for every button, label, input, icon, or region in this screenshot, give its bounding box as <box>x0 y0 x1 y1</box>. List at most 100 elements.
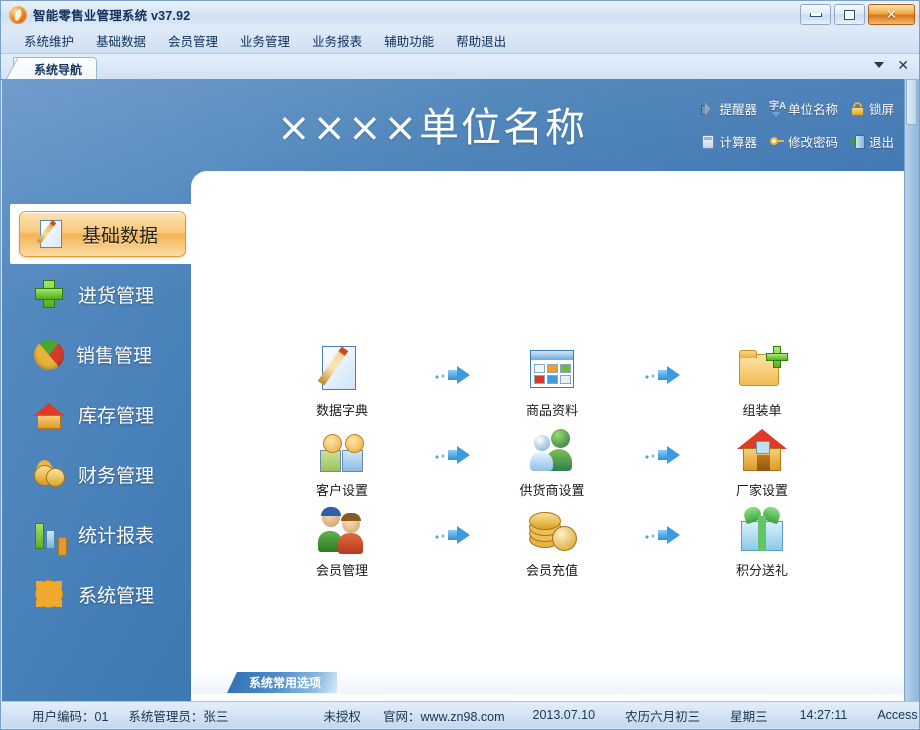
document-pencil-icon <box>37 217 71 251</box>
flow-arrow <box>607 344 707 406</box>
menu-item-auxiliary[interactable]: 辅助功能 <box>373 28 445 53</box>
grid-row: 数据字典 商品资料 组装单 <box>287 344 817 424</box>
toolbar-calculator[interactable]: 计算器 <box>700 132 757 151</box>
blue-arrow-icon <box>634 526 680 544</box>
blue-arrow-icon <box>424 446 470 464</box>
flow-arrow <box>397 504 497 566</box>
bar-chart-icon <box>32 517 66 551</box>
two-persons-icon <box>316 424 368 476</box>
grid-item-member-recharge[interactable]: 会员充值 <box>497 504 607 579</box>
pie-chart-icon <box>34 340 64 370</box>
grid-item-points-gift-label: 积分送礼 <box>735 563 788 578</box>
grid-item-customer-setup[interactable]: 客户设置 <box>287 424 397 499</box>
blue-arrow-icon <box>424 526 470 544</box>
sidebar-item-purchasing-label: 进货管理 <box>78 285 155 307</box>
maximize-button[interactable] <box>834 4 865 25</box>
sidebar-item-inventory[interactable]: 库存管理 <box>10 384 195 444</box>
grid-row: 会员管理 会员充值 积分送礼 <box>287 504 817 584</box>
tab-system-navigation[interactable]: 系统导航 <box>4 57 98 81</box>
status-bar: 用户编码：01 系统管理员：张三 未授权 官网：www.zn98.com 201… <box>2 701 919 728</box>
status-lunar-date: 农历六月初三 <box>625 709 701 724</box>
grid-item-data-dictionary[interactable]: 数据字典 <box>287 344 397 419</box>
grid-item-customer-setup-label: 客户设置 <box>315 483 368 498</box>
grid-item-member-management[interactable]: 会员管理 <box>287 504 397 579</box>
toolbar-lock-screen-label: 锁屏 <box>868 103 894 117</box>
sidebar-item-statistics[interactable]: 统计报表 <box>10 504 195 564</box>
navigation-icon-grid: 数据字典 商品资料 组装单 客户设置 供货商设置 厂家设置 会员管理 会员充值 … <box>287 344 817 584</box>
toolbar-reminder[interactable]: 提醒器 <box>700 99 757 118</box>
status-weekday: 星期三 <box>730 709 768 724</box>
grid-item-points-gift[interactable]: 积分送礼 <box>707 504 817 579</box>
grid-item-product-data-label: 商品资料 <box>525 403 578 418</box>
status-admin: 系统管理员：张三 <box>128 709 229 724</box>
vertical-scrollbar[interactable] <box>904 79 919 702</box>
sidebar-item-basic-data[interactable]: 基础数据 <box>10 204 195 264</box>
menu-item-business-management[interactable]: 业务管理 <box>229 28 301 53</box>
toolbar-exit-label: 退出 <box>868 136 894 150</box>
coin-stack-icon <box>526 504 578 556</box>
blue-arrow-icon <box>424 366 470 384</box>
resize-grip-icon[interactable] <box>903 713 915 725</box>
supplier-people-icon <box>526 424 578 476</box>
common-options-tabrow: 系统常用选项 <box>191 671 906 695</box>
sidebar-item-inventory-label: 库存管理 <box>78 405 155 427</box>
menu-item-system-maintenance[interactable]: 系统维护 <box>13 28 85 53</box>
menu-bar: 系统维护 基础数据 会员管理 业务管理 业务报表 辅助功能 帮助退出 <box>1 28 919 54</box>
coins-icon <box>32 457 66 491</box>
close-button[interactable]: ✕ <box>868 4 915 25</box>
toolbar-company-name-label: 单位名称 <box>787 103 838 117</box>
sidebar-item-sales[interactable]: 销售管理 <box>10 324 195 384</box>
factory-house-icon <box>736 424 788 476</box>
banner-toolbar: 提醒器 字A 单位名称 锁屏 计算器 修改密码 退出 <box>700 99 894 151</box>
tab-actions: ✕ <box>874 58 909 72</box>
data-dictionary-icon <box>316 344 368 396</box>
flow-arrow <box>607 424 707 486</box>
members-icon <box>316 504 368 556</box>
toolbar-company-name[interactable]: 字A 单位名称 <box>769 99 838 118</box>
sidebar-item-system[interactable]: 系统管理 <box>10 564 195 624</box>
title-bar: 智能零售业管理系统 v37.92 ✕ <box>1 1 919 29</box>
grid-item-assembly-order[interactable]: 组装单 <box>707 344 817 419</box>
sidebar-item-basic-data-label: 基础数据 <box>82 225 159 247</box>
tab-strip: 系统导航 ✕ <box>1 54 919 81</box>
app-logo-icon <box>9 5 27 24</box>
sidebar-item-finance[interactable]: 财务管理 <box>10 444 195 504</box>
toolbar-reminder-label: 提醒器 <box>719 103 757 117</box>
toolbar-calculator-label: 计算器 <box>719 136 757 150</box>
banner: ××××单位名称 提醒器 字A 单位名称 锁屏 计算器 修改密码 退出 <box>2 79 906 179</box>
tab-common-options[interactable]: 系统常用选项 <box>227 672 338 693</box>
close-tab-icon[interactable]: ✕ <box>897 58 909 72</box>
status-website: 官网：www.zn98.com <box>382 709 505 724</box>
folder-plus-icon <box>736 344 788 396</box>
minimize-icon <box>809 12 822 17</box>
toolbar-change-password[interactable]: 修改密码 <box>769 132 838 151</box>
house-icon <box>32 397 66 431</box>
menu-item-basic-data[interactable]: 基础数据 <box>85 28 157 53</box>
sidebar-item-statistics-label: 统计报表 <box>78 525 155 547</box>
grid-item-product-data[interactable]: 商品资料 <box>497 344 607 419</box>
grid-item-factory-setup-label: 厂家设置 <box>735 483 788 498</box>
blue-arrow-icon <box>634 446 680 464</box>
minimize-button[interactable] <box>800 4 831 25</box>
grid-item-member-recharge-label: 会员充值 <box>525 563 578 578</box>
grid-item-supplier-setup[interactable]: 供货商设置 <box>497 424 607 499</box>
menu-item-member-management[interactable]: 会员管理 <box>157 28 229 53</box>
grid-item-supplier-setup-label: 供货商设置 <box>519 483 585 498</box>
menu-item-business-reports[interactable]: 业务报表 <box>301 28 373 53</box>
company-name-title: ××××单位名称 <box>276 105 588 151</box>
chevron-down-icon[interactable] <box>874 62 885 68</box>
sidebar-item-purchasing[interactable]: 进货管理 <box>10 264 195 324</box>
toolbar-exit[interactable]: 退出 <box>849 132 894 151</box>
window-controls: ✕ <box>800 4 915 25</box>
sidebar-item-system-label: 系统管理 <box>78 585 155 607</box>
toolbar-lock-screen[interactable]: 锁屏 <box>850 99 894 118</box>
toolbar-change-password-label: 修改密码 <box>787 136 838 150</box>
grid-item-factory-setup[interactable]: 厂家设置 <box>707 424 817 499</box>
menu-item-help-exit[interactable]: 帮助退出 <box>445 28 517 53</box>
scrollbar-thumb[interactable] <box>906 79 917 125</box>
status-license: 未授权 <box>323 709 361 724</box>
sidebar-item-finance-label: 财务管理 <box>78 465 155 487</box>
sidebar-item-basic-data-button[interactable]: 基础数据 <box>19 211 186 257</box>
status-date: 2013.07.10 <box>532 708 596 722</box>
grid-row: 客户设置 供货商设置 厂家设置 <box>287 424 817 504</box>
